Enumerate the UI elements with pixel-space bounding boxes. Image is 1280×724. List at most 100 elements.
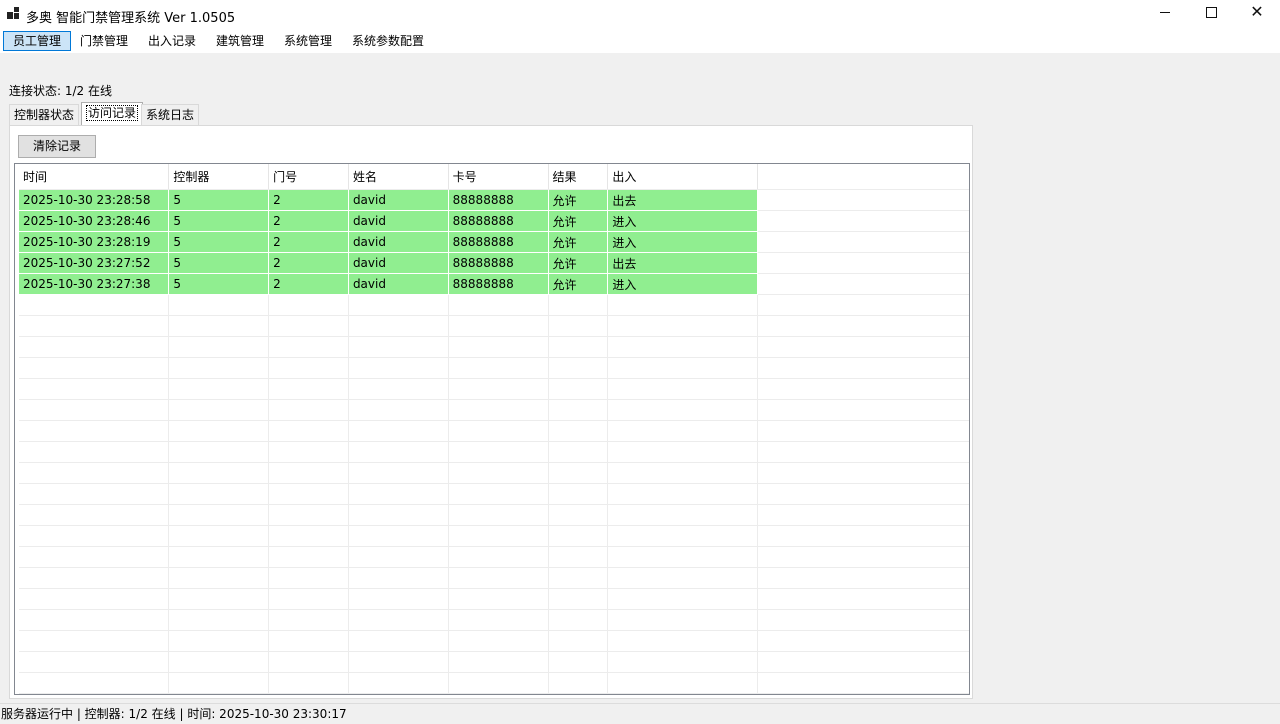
empty-cell bbox=[348, 315, 449, 337]
cell-controller[interactable]: 5 bbox=[168, 210, 270, 232]
empty-cell bbox=[607, 399, 758, 421]
empty-cell bbox=[448, 504, 549, 526]
empty-cell bbox=[19, 525, 170, 547]
cell-card[interactable]: 88888888 bbox=[448, 252, 549, 274]
column-header-door[interactable]: 门号 bbox=[268, 164, 349, 190]
empty-cell bbox=[19, 651, 170, 673]
column-header-result[interactable]: 结果 bbox=[548, 164, 609, 190]
empty-cell bbox=[168, 672, 270, 694]
menu-access-control-management[interactable]: 门禁管理 bbox=[71, 31, 137, 51]
empty-cell bbox=[448, 357, 549, 379]
empty-cell bbox=[168, 399, 270, 421]
cell-direction[interactable]: 出去 bbox=[607, 252, 758, 274]
cell-result[interactable]: 允许 bbox=[548, 210, 609, 232]
empty-cell bbox=[19, 630, 170, 652]
cell-card[interactable]: 88888888 bbox=[448, 273, 549, 295]
empty-cell bbox=[757, 672, 969, 694]
access-records-grid[interactable]: 时间 控制器 门号 姓名 卡号 结果 出入 2025-10-30 23:28:5… bbox=[14, 163, 970, 695]
header-row: 时间 控制器 门号 姓名 卡号 结果 出入 bbox=[19, 164, 969, 190]
empty-cell bbox=[19, 546, 170, 568]
maximize-button[interactable] bbox=[1188, 0, 1234, 26]
cell-name[interactable]: david bbox=[348, 273, 449, 295]
empty-cell bbox=[607, 483, 758, 505]
cell-direction[interactable]: 进入 bbox=[607, 273, 758, 295]
cell-door[interactable]: 2 bbox=[268, 273, 349, 295]
empty-cell bbox=[168, 357, 270, 379]
empty-cell bbox=[168, 315, 270, 337]
menu-employee-management[interactable]: 员工管理 bbox=[3, 31, 72, 51]
empty-cell bbox=[168, 462, 270, 484]
cell-card[interactable]: 88888888 bbox=[448, 189, 549, 211]
cell-name[interactable]: david bbox=[348, 252, 449, 274]
empty-cell bbox=[19, 420, 170, 442]
menu-system-management[interactable]: 系统管理 bbox=[275, 31, 341, 51]
empty-cell bbox=[348, 504, 449, 526]
empty-cell bbox=[19, 357, 170, 379]
cell-controller[interactable]: 5 bbox=[168, 189, 270, 211]
table-row[interactable]: 2025-10-30 23:27:52 5 2 david 88888888 允许 出去 bbox=[19, 252, 969, 274]
menu-building-management[interactable]: 建筑管理 bbox=[207, 31, 273, 51]
cell-door[interactable]: 2 bbox=[268, 231, 349, 253]
minimize-button[interactable] bbox=[1142, 0, 1188, 26]
empty-row bbox=[19, 378, 969, 400]
cell-card[interactable]: 88888888 bbox=[448, 231, 549, 253]
empty-cell bbox=[19, 315, 170, 337]
column-header-time[interactable]: 时间 bbox=[19, 164, 170, 190]
empty-cell bbox=[168, 483, 270, 505]
clear-records-button[interactable]: 清除记录 bbox=[18, 135, 96, 158]
empty-cell bbox=[168, 525, 270, 547]
cell-result[interactable]: 允许 bbox=[548, 252, 609, 274]
empty-cell bbox=[607, 378, 758, 400]
cell-direction[interactable]: 出去 bbox=[607, 189, 758, 211]
cell-door[interactable]: 2 bbox=[268, 189, 349, 211]
empty-cell bbox=[348, 483, 449, 505]
empty-cell bbox=[448, 294, 549, 316]
cell-name[interactable]: david bbox=[348, 231, 449, 253]
table-row[interactable]: 2025-10-30 23:28:58 5 2 david 88888888 允许 出去 bbox=[19, 189, 969, 211]
cell-time[interactable]: 2025-10-30 23:27:52 bbox=[19, 252, 170, 274]
empty-cell bbox=[548, 378, 609, 400]
cell-direction[interactable]: 进入 bbox=[607, 231, 758, 253]
empty-cell bbox=[168, 336, 270, 358]
table-row[interactable]: 2025-10-30 23:28:19 5 2 david 88888888 允许 进入 bbox=[19, 231, 969, 253]
cell-result[interactable]: 允许 bbox=[548, 273, 609, 295]
cell-time[interactable]: 2025-10-30 23:27:38 bbox=[19, 273, 170, 295]
cell-controller[interactable]: 5 bbox=[168, 252, 270, 274]
cell-door[interactable]: 2 bbox=[268, 210, 349, 232]
empty-cell bbox=[757, 546, 969, 568]
cell-time[interactable]: 2025-10-30 23:28:58 bbox=[19, 189, 170, 211]
column-header-card[interactable]: 卡号 bbox=[448, 164, 549, 190]
cell-time[interactable]: 2025-10-30 23:28:46 bbox=[19, 210, 170, 232]
cell-card[interactable]: 88888888 bbox=[448, 210, 549, 232]
cell-controller[interactable]: 5 bbox=[168, 273, 270, 295]
tab-controller-status[interactable]: 控制器状态 bbox=[9, 104, 80, 125]
empty-cell bbox=[268, 420, 349, 442]
empty-cell bbox=[448, 588, 549, 610]
empty-cell bbox=[607, 546, 758, 568]
empty-cell bbox=[548, 588, 609, 610]
menu-entry-exit-records[interactable]: 出入记录 bbox=[139, 31, 205, 51]
empty-cell bbox=[448, 420, 549, 442]
cell-name[interactable]: david bbox=[348, 189, 449, 211]
table-row[interactable]: 2025-10-30 23:27:38 5 2 david 88888888 允许 进入 bbox=[19, 273, 969, 295]
column-header-name[interactable]: 姓名 bbox=[348, 164, 449, 190]
menu-system-parameters[interactable]: 系统参数配置 bbox=[343, 31, 433, 51]
table-row[interactable]: 2025-10-30 23:28:46 5 2 david 88888888 允许 进入 bbox=[19, 210, 969, 232]
cell-name[interactable]: david bbox=[348, 210, 449, 232]
empty-row bbox=[19, 483, 969, 505]
column-header-direction[interactable]: 出入 bbox=[607, 164, 758, 190]
cell-door[interactable]: 2 bbox=[268, 252, 349, 274]
tab-system-log[interactable]: 系统日志 bbox=[141, 104, 200, 125]
close-button[interactable]: ✕ bbox=[1234, 0, 1280, 26]
tab-access-records[interactable]: 访问记录 bbox=[81, 102, 144, 125]
empty-cell bbox=[19, 399, 170, 421]
column-header-controller[interactable]: 控制器 bbox=[168, 164, 270, 190]
cell-controller[interactable]: 5 bbox=[168, 231, 270, 253]
cell-direction[interactable]: 进入 bbox=[607, 210, 758, 232]
cell-time[interactable]: 2025-10-30 23:28:19 bbox=[19, 231, 170, 253]
empty-cell bbox=[268, 357, 349, 379]
empty-cell bbox=[548, 609, 609, 631]
cell-result[interactable]: 允许 bbox=[548, 231, 609, 253]
empty-cell bbox=[607, 588, 758, 610]
cell-result[interactable]: 允许 bbox=[548, 189, 609, 211]
